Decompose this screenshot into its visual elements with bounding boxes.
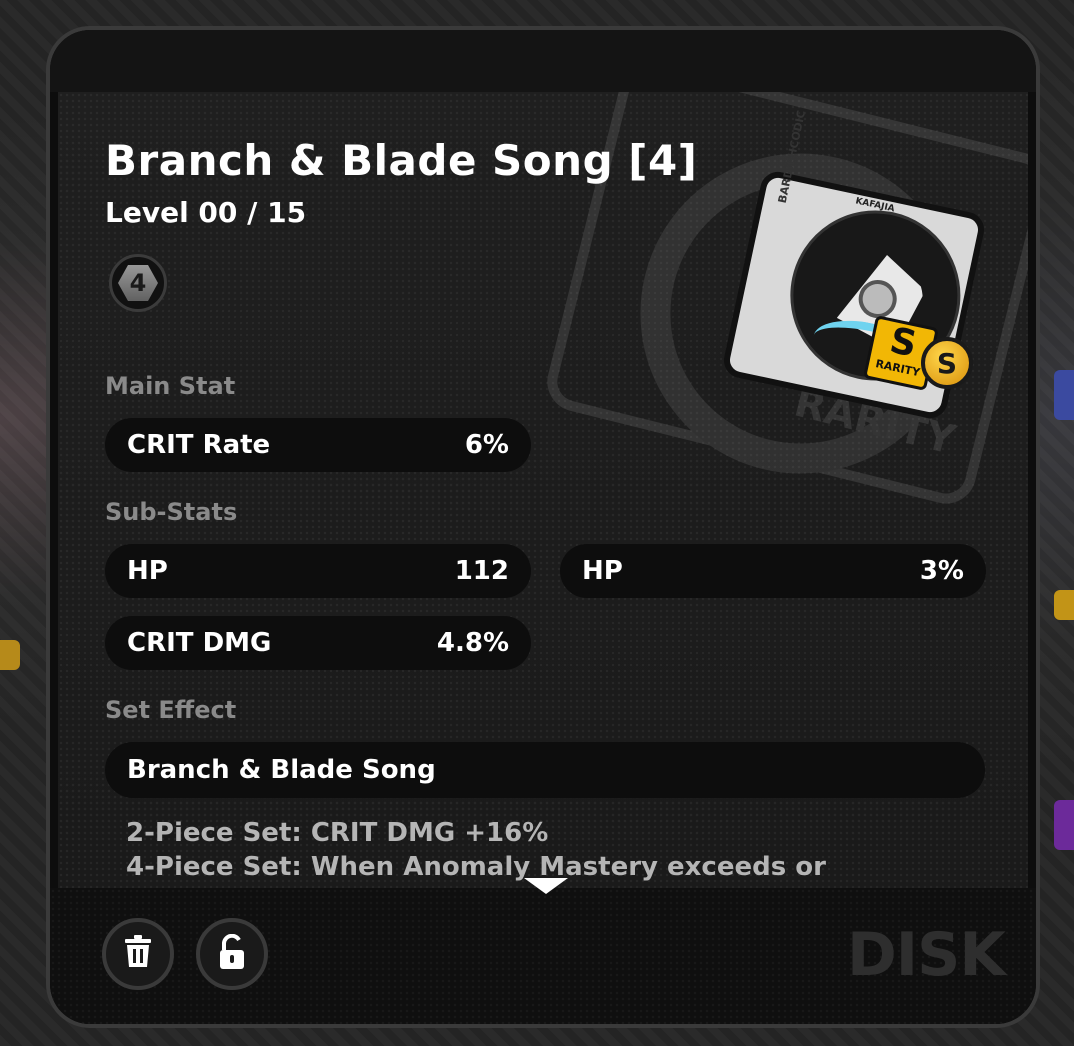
item-title: Branch & Blade Song [4] xyxy=(105,136,698,185)
sub-stats-heading: Sub-Stats xyxy=(105,498,238,526)
set-name-pill: Branch & Blade Song xyxy=(105,742,985,798)
edge-accent-right-blue xyxy=(1054,370,1074,420)
sub-stat-row: HP 112 xyxy=(105,544,531,598)
scroll-down-chevron-icon[interactable] xyxy=(524,878,568,894)
sub-stat-value: 4.8% xyxy=(436,628,509,658)
lock-toggle-button[interactable] xyxy=(196,918,268,990)
rarity-coin-icon: S xyxy=(921,337,973,389)
edge-accent-right-yellow xyxy=(1054,590,1074,620)
edge-accent-left-yellow xyxy=(0,640,20,670)
main-stat-name: CRIT Rate xyxy=(127,430,271,460)
slot-number: 4 xyxy=(118,265,158,301)
set-effect-description[interactable]: 2-Piece Set: CRIT DMG +16% 4-Piece Set: … xyxy=(126,816,826,884)
main-stat-value: 6% xyxy=(464,430,509,460)
card-header-bar xyxy=(50,30,1036,92)
unlock-icon xyxy=(217,933,247,974)
main-stat-row: CRIT Rate 6% xyxy=(105,418,531,472)
sub-stat-row: HP 3% xyxy=(560,544,986,598)
sub-stat-name: HP xyxy=(127,556,168,586)
category-label: DISK xyxy=(847,920,1006,990)
sub-stat-name: HP xyxy=(582,556,623,586)
sub-stat-value: 112 xyxy=(454,556,509,586)
sub-stat-row: CRIT DMG 4.8% xyxy=(105,616,531,670)
edge-accent-right-purple xyxy=(1054,800,1074,850)
item-level: Level 00 / 15 xyxy=(105,196,307,229)
sub-stat-value: 3% xyxy=(919,556,964,586)
discard-button[interactable] xyxy=(102,918,174,990)
sub-stat-name: CRIT DMG xyxy=(127,628,272,658)
set-name: Branch & Blade Song xyxy=(127,755,436,785)
main-stat-heading: Main Stat xyxy=(105,372,236,400)
disk-detail-card: RARITY Branch & Blade Song [4] Level 00 … xyxy=(46,26,1040,1028)
set-effect-4pc: 4-Piece Set: When Anomaly Mastery exceed… xyxy=(126,852,826,882)
slot-badge: 4 xyxy=(109,254,167,312)
trash-icon xyxy=(123,935,153,973)
card-body: RARITY Branch & Blade Song [4] Level 00 … xyxy=(58,92,1028,888)
set-effect-heading: Set Effect xyxy=(105,696,237,724)
set-effect-2pc: 2-Piece Set: CRIT DMG +16% xyxy=(126,818,549,848)
